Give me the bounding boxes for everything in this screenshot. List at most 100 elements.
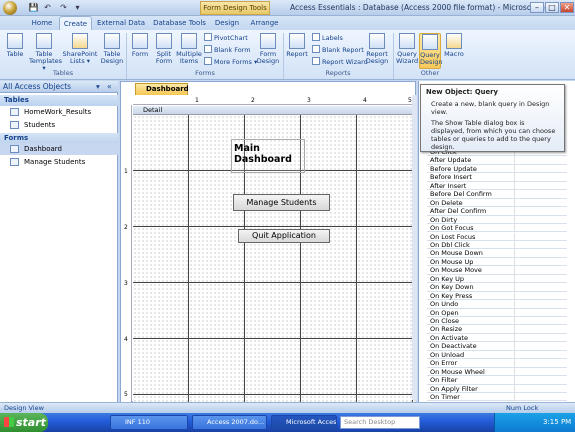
table-templates-button[interactable]: Table Templates ▾ [29, 33, 62, 72]
property-row[interactable]: On Filter [427, 376, 567, 385]
nav-item-manage-students[interactable]: Manage Students [0, 156, 118, 168]
property-value-field[interactable] [514, 291, 567, 300]
more-forms-button[interactable]: More Forms ▾ [204, 57, 257, 67]
property-row[interactable]: On Unload [427, 350, 567, 360]
close-button[interactable]: ✕ [560, 2, 574, 13]
nav-item-students[interactable]: Students [0, 119, 118, 131]
property-value-field[interactable] [514, 232, 567, 241]
report-design-button[interactable]: Report Design [364, 33, 390, 69]
property-value-field[interactable] [514, 342, 567, 351]
property-row[interactable]: After Update [427, 156, 567, 165]
property-row[interactable]: On Delete [427, 198, 567, 208]
property-value-field[interactable] [514, 367, 567, 376]
minimize-button[interactable]: – [530, 2, 544, 13]
property-value-field[interactable] [514, 274, 567, 283]
property-value-field[interactable] [514, 240, 567, 249]
property-value-field[interactable] [514, 350, 567, 359]
query-design-button[interactable]: Query Design [419, 33, 442, 69]
blank-report-button[interactable]: Blank Report [312, 45, 364, 55]
property-row[interactable]: On Mouse Down [427, 249, 567, 258]
query-wizard-button[interactable]: Query Wizard [396, 33, 418, 69]
property-value-field[interactable] [514, 190, 567, 199]
tab-arrange[interactable]: Arrange [248, 16, 281, 30]
property-row[interactable]: On Error [427, 359, 567, 368]
labels-button[interactable]: Labels [312, 33, 343, 43]
property-row[interactable]: Before Del Confirm [427, 190, 567, 199]
property-row[interactable]: On Mouse Wheel [427, 367, 567, 377]
property-row[interactable]: On Mouse Up [427, 257, 567, 267]
property-value-field[interactable] [514, 300, 567, 309]
maximize-button[interactable]: □ [545, 2, 559, 13]
property-row[interactable]: After Del Confirm [427, 207, 567, 216]
vertical-ruler[interactable]: 1 2 3 4 5 [121, 105, 132, 403]
nav-section-tables[interactable]: Tables [0, 95, 118, 106]
property-value-field[interactable] [514, 283, 567, 292]
property-value-field[interactable] [514, 266, 567, 275]
property-row[interactable]: On Lost Focus [427, 232, 567, 241]
tab-design[interactable]: Design [212, 16, 242, 30]
detail-section-bar[interactable]: Detail [133, 106, 416, 115]
form-design-button[interactable]: Form Design [256, 33, 280, 69]
sharepoint-lists-button[interactable]: SharePoint Lists ▾ [62, 33, 98, 69]
property-row[interactable]: On Key Up [427, 274, 567, 284]
nav-collapse-icon[interactable]: « [107, 81, 112, 93]
main-dashboard-label[interactable]: Main Dashboard [231, 139, 305, 173]
property-row[interactable]: On Resize [427, 325, 567, 334]
office-button[interactable] [3, 1, 17, 15]
property-value-field[interactable] [514, 325, 567, 334]
tab-database-tools[interactable]: Database Tools [152, 16, 207, 30]
property-value-field[interactable] [514, 393, 567, 402]
quit-application-button[interactable]: Quit Application [238, 229, 330, 243]
property-row[interactable]: On Timer [427, 393, 567, 402]
property-value-field[interactable] [514, 376, 567, 385]
taskbar-item-microsoft-access[interactable]: Microsoft Access... [271, 415, 337, 430]
undo-icon[interactable]: ↶ [42, 2, 53, 13]
property-value-field[interactable] [514, 333, 567, 342]
taskbar-item-access-doc[interactable]: Access 2007.do... [192, 415, 267, 430]
property-value-field[interactable] [514, 156, 567, 165]
vertical-scrollbar[interactable] [412, 95, 417, 400]
table-design-button[interactable]: Table Design [100, 33, 124, 69]
tab-create[interactable]: Create [59, 16, 92, 30]
taskbar-item-inf110[interactable]: INF 110 [110, 415, 188, 430]
search-desktop-input[interactable]: Search Desktop [340, 416, 420, 429]
property-value-field[interactable] [514, 257, 567, 266]
report-wizard-button[interactable]: Report Wizard [312, 57, 368, 67]
document-tab-dashboard[interactable]: Dashboard [135, 83, 189, 95]
form-button[interactable]: Form [129, 33, 151, 69]
start-button[interactable]: start [0, 413, 48, 432]
property-value-field[interactable] [514, 173, 567, 182]
property-row[interactable]: On Got Focus [427, 224, 567, 233]
manage-students-button[interactable]: Manage Students [233, 194, 330, 211]
split-form-button[interactable]: Split Form [153, 33, 175, 69]
tab-home[interactable]: Home [27, 16, 57, 30]
redo-icon[interactable]: ↷ [58, 2, 69, 13]
property-row[interactable]: Before Update [427, 164, 567, 174]
property-row[interactable]: On Activate [427, 333, 567, 343]
property-row[interactable]: On Dirty [427, 215, 567, 225]
multiple-items-button[interactable]: Multiple Items [176, 33, 202, 69]
horizontal-ruler[interactable]: 1 2 3 4 5 [133, 96, 416, 105]
macro-button[interactable]: Macro [443, 33, 465, 69]
property-value-field[interactable] [514, 249, 567, 258]
property-row[interactable]: After Insert [427, 181, 567, 191]
property-row[interactable]: On Apply Filter [427, 384, 567, 394]
property-row[interactable]: On Open [427, 308, 567, 317]
table-button[interactable]: Table [3, 33, 27, 69]
property-value-field[interactable] [514, 359, 567, 368]
nav-item-homework-results[interactable]: HomeWork_Results [0, 106, 118, 118]
tab-external-data[interactable]: External Data [96, 16, 146, 30]
property-row[interactable]: On Undo [427, 300, 567, 309]
pivotchart-button[interactable]: PivotChart [204, 33, 248, 43]
property-value-field[interactable] [514, 164, 567, 173]
property-value-field[interactable] [514, 181, 567, 190]
nav-dropdown-icon[interactable]: ▾ [96, 81, 100, 93]
property-value-field[interactable] [514, 198, 567, 207]
property-row[interactable]: On Mouse Move [427, 266, 567, 275]
blank-form-button[interactable]: Blank Form [204, 45, 251, 55]
property-row[interactable]: On Key Down [427, 283, 567, 292]
report-button[interactable]: Report [286, 33, 308, 69]
property-value-field[interactable] [514, 308, 567, 317]
customize-qat-icon[interactable]: ▾ [72, 2, 83, 13]
property-row[interactable]: On Close [427, 317, 567, 326]
